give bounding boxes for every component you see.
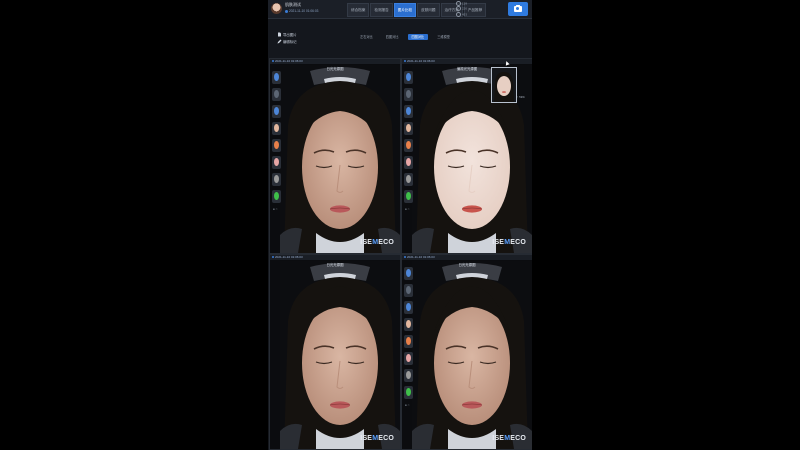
panel-date: 2021-11-10 01:06:03 xyxy=(272,59,303,64)
view-mode-tab[interactable]: 左右对比 xyxy=(356,34,377,40)
edit-mark-button[interactable]: 编辑标记 xyxy=(277,39,297,44)
top-header: 肌肤测试 2021-11-10 01:06:03 综合档案 检测报告 图片比较 皮肤问… xyxy=(268,0,532,19)
view-mode-tab[interactable]: 三维模型 xyxy=(433,34,454,40)
analysis-mode-list: ● ○ xyxy=(272,71,282,211)
brand-part-3: ECO xyxy=(510,239,526,246)
panel-title: 日光光源图 xyxy=(458,263,476,267)
stat-item: 453 xyxy=(456,11,468,17)
analysis-mode-thumb[interactable] xyxy=(404,284,413,297)
analysis-mode-thumb[interactable] xyxy=(272,122,281,135)
panel-date: 2021-11-10 01:06:03 xyxy=(404,59,435,64)
brand-part-1: ISE xyxy=(492,435,505,442)
panel-header: 2021-11-10 01:06:03 xyxy=(270,255,400,260)
analysis-mode-thumb[interactable] xyxy=(272,88,281,101)
main-tab[interactable]: 皮肤问题 xyxy=(417,3,440,17)
analysis-mode-thumb[interactable] xyxy=(404,190,413,203)
face-image xyxy=(280,261,400,449)
stats-list: 159 226 453 xyxy=(456,1,467,17)
analysis-mode-thumb[interactable] xyxy=(404,122,413,135)
brand-part-1: ISE xyxy=(492,239,505,246)
image-panel[interactable]: 2021-11-10 01:06:03 日光光源图 ISEMECO xyxy=(269,254,401,450)
brand-logo: ISEMECO xyxy=(360,239,394,246)
panel-header: 2021-11-10 01:06:03 xyxy=(402,59,532,64)
camera-button[interactable] xyxy=(508,2,528,16)
analysis-mode-thumb[interactable] xyxy=(404,386,413,399)
analysis-mode-thumb[interactable] xyxy=(404,369,413,382)
panel-header: 2021-11-10 01:06:03 xyxy=(402,255,532,260)
image-panel[interactable]: 2021-11-10 01:06:03 日光光源图 ● ○ ISEMECO xyxy=(269,58,401,254)
main-tab[interactable]: 综合档案 xyxy=(347,3,370,17)
stat-value: 453 xyxy=(462,11,468,16)
analysis-mode-thumb[interactable] xyxy=(404,335,413,348)
skin-analysis-app: 肌肤测试 2021-11-10 01:06:03 综合档案 检测报告 图片比较 皮肤问… xyxy=(268,0,532,450)
analysis-mode-thumb[interactable] xyxy=(404,156,413,169)
brand-part-1: ISE xyxy=(360,239,373,246)
analysis-mode-thumb[interactable] xyxy=(404,301,413,314)
panel-date: 2021-11-10 01:06:03 xyxy=(404,255,435,260)
brand-part-1: ISE xyxy=(360,435,373,442)
analysis-mode-thumb[interactable] xyxy=(404,88,413,101)
main-tab[interactable]: 产品推荐 xyxy=(463,3,487,17)
toolbar: 导出图片 编辑标记 左右对比 四图对比 四图对比 三维模型 xyxy=(268,19,532,57)
stat-icon xyxy=(456,1,461,6)
clock-icon xyxy=(285,9,288,13)
pencil-icon xyxy=(277,39,282,44)
analysis-mode-thumb[interactable] xyxy=(404,139,413,152)
face-image xyxy=(280,65,400,253)
brand-part-3: ECO xyxy=(510,435,526,442)
analysis-mode-thumb[interactable] xyxy=(272,190,281,203)
inset-value-label: ↑ 59% xyxy=(517,95,525,99)
user-name: 肌肤测试 xyxy=(285,2,301,7)
face-image xyxy=(412,261,532,449)
more-dots-icon[interactable]: ● ○ xyxy=(404,403,414,407)
analysis-mode-thumb[interactable] xyxy=(404,105,413,118)
stat-icon xyxy=(456,11,461,17)
brand-logo: ISEMECO xyxy=(492,435,526,442)
analysis-mode-thumb[interactable] xyxy=(404,318,413,331)
panel-title: 日光光源图 xyxy=(326,67,344,71)
user-date-text: 2021-11-10 01:06:03 xyxy=(289,9,319,13)
image-panel[interactable]: 2021-11-10 01:06:03 偏振光光源图 ● ○ ↑ 59% ISEMEC… xyxy=(401,58,532,254)
analysis-mode-thumb[interactable] xyxy=(404,71,413,84)
brand-logo: ISEMECO xyxy=(360,435,394,442)
user-date: 2021-11-10 01:06:03 xyxy=(285,9,318,13)
stat-icon xyxy=(456,6,461,12)
view-mode-tab[interactable]: 四图对比 xyxy=(407,34,429,40)
stat-value: 226 xyxy=(462,6,468,11)
view-mode-tab[interactable]: 四图对比 xyxy=(382,34,403,40)
analysis-mode-thumb[interactable] xyxy=(272,139,281,152)
more-dots-icon[interactable]: ● ○ xyxy=(404,207,414,211)
analysis-mode-thumb[interactable] xyxy=(404,267,413,280)
analysis-mode-list: ● ○ xyxy=(404,71,414,211)
user-avatar[interactable] xyxy=(271,3,282,14)
analysis-mode-thumb[interactable] xyxy=(404,173,413,186)
panel-title: 日光光源图 xyxy=(326,263,344,267)
document-icon xyxy=(278,32,281,37)
stat-value: 159 xyxy=(462,1,468,6)
stat-item: 226 xyxy=(456,6,468,12)
inset-face-image xyxy=(492,68,516,102)
camera-icon xyxy=(514,4,522,12)
export-image-button[interactable]: 导出图片 xyxy=(277,32,297,37)
export-image-label: 导出图片 xyxy=(283,33,297,37)
analysis-mode-thumb[interactable] xyxy=(272,71,281,84)
panel-date: 2021-11-10 01:06:03 xyxy=(272,255,303,260)
view-mode-tabs: 左右对比 四图对比 四图对比 三维模型 xyxy=(356,34,454,40)
analysis-mode-thumb[interactable] xyxy=(272,105,281,118)
reference-inset[interactable] xyxy=(491,67,517,103)
more-dots-icon[interactable]: ● ○ xyxy=(272,207,282,211)
image-panel[interactable]: 2021-11-10 01:06:03 日光光源图 ● ○ ISEMECO xyxy=(401,254,532,450)
brand-logo: ISEMECO xyxy=(492,239,526,246)
brand-part-3: ECO xyxy=(378,239,394,246)
main-tab[interactable]: 图片比较 xyxy=(393,3,417,17)
image-compare-grid: 2021-11-10 01:06:03 日光光源图 ● ○ ISEMECO 2021-… xyxy=(268,58,532,450)
panel-header: 2021-11-10 01:06:03 xyxy=(270,59,400,64)
edit-mark-label: 编辑标记 xyxy=(283,40,297,44)
analysis-mode-thumb[interactable] xyxy=(272,156,281,169)
analysis-mode-thumb[interactable] xyxy=(272,173,281,186)
analysis-mode-thumb[interactable] xyxy=(404,352,413,365)
main-tab[interactable]: 检测报告 xyxy=(370,3,393,17)
analysis-mode-list: ● ○ xyxy=(404,267,414,407)
brand-part-3: ECO xyxy=(378,435,394,442)
